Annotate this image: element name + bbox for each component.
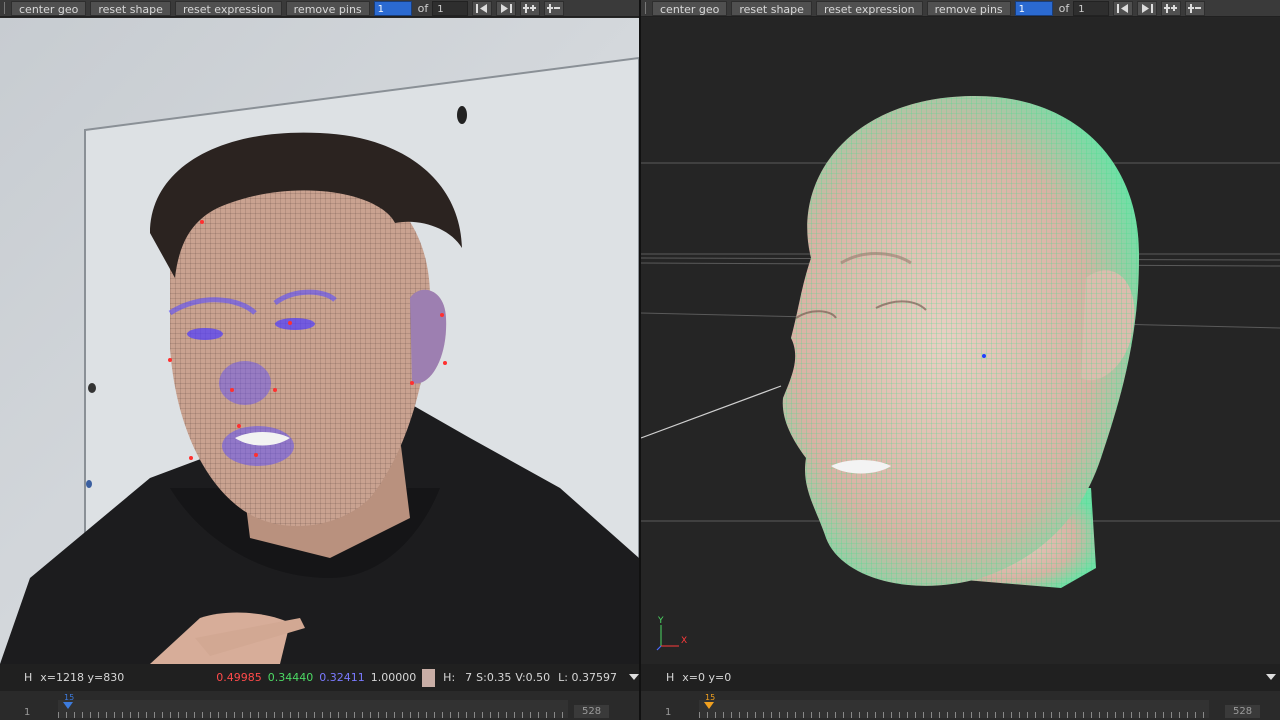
timeline-end: 528 [1225, 705, 1261, 718]
of-label: of [417, 1, 429, 15]
timeline[interactable]: 1 15 528 [0, 691, 639, 720]
viewer-toolbar: center geo reset shape reset expression … [641, 0, 1280, 17]
frame-total: 1 [1073, 0, 1110, 16]
toolbar-grip-icon[interactable] [4, 2, 7, 14]
axis-x-label: X [681, 636, 687, 646]
info-dropdown-icon[interactable] [629, 671, 639, 684]
center-geo-button[interactable]: center geo [652, 0, 728, 16]
photo-viewport[interactable] [0, 18, 639, 664]
timeline[interactable]: 1 15 528 [641, 691, 1280, 720]
axis-gizmo-icon [656, 625, 679, 651]
keyframe-prev-icon[interactable] [1113, 0, 1134, 16]
viewer-left: center geo reset shape reset expression … [0, 0, 639, 720]
viewer-info-bar: H x=0 y=0 [641, 664, 1280, 691]
hue-label: H: [443, 671, 456, 684]
timeline-start: 1 [24, 707, 31, 718]
value-value: V:0.50 [515, 671, 551, 684]
add-pin-icon[interactable] [1161, 0, 1182, 16]
alpha-value: 1.00000 [370, 671, 417, 684]
timeline-track[interactable]: 15 [58, 693, 568, 718]
cursor-coords: x=0 y=0 [682, 671, 732, 684]
remove-pin-icon[interactable] [1185, 0, 1206, 16]
timeline-start: 1 [665, 707, 672, 718]
keyframe-next-icon[interactable] [1137, 0, 1158, 16]
frame-input[interactable]: 1 [373, 0, 412, 16]
add-pin-icon[interactable] [520, 0, 541, 16]
timeline-end: 528 [574, 705, 610, 718]
keyframe-next-icon[interactable] [496, 0, 517, 16]
viewer-right: center geo reset shape reset expression … [641, 0, 1280, 720]
hue-value: 7 [465, 671, 473, 684]
axis-y-label: Y [657, 616, 664, 626]
timeline-track[interactable]: 15 [699, 693, 1209, 718]
tracked-face-image [0, 18, 639, 664]
remove-pins-button[interactable]: remove pins [285, 0, 370, 16]
color-swatch [422, 668, 436, 687]
remove-pins-button[interactable]: remove pins [926, 0, 1011, 16]
3d-viewport[interactable]: Y X [641, 18, 1280, 664]
frame-total: 1 [432, 0, 469, 16]
reset-expression-button[interactable]: reset expression [815, 0, 923, 16]
reset-shape-button[interactable]: reset shape [731, 0, 812, 16]
frame-input[interactable]: 1 [1014, 0, 1053, 16]
info-dropdown-icon[interactable] [1266, 671, 1276, 684]
remove-pin-icon[interactable] [544, 0, 565, 16]
head-mesh-render: Y X [641, 95, 1280, 651]
saturation-value: S:0.35 [476, 671, 512, 684]
red-value: 0.49985 [216, 671, 262, 684]
keyframe-prev-icon[interactable] [472, 0, 493, 16]
channel-label: H [24, 671, 33, 684]
channel-label: H [666, 671, 675, 684]
viewer-toolbar: center geo reset shape reset expression … [0, 0, 639, 17]
luma-value: L: 0.37597 [558, 671, 617, 684]
center-geo-button[interactable]: center geo [11, 0, 87, 16]
green-value: 0.34440 [267, 671, 314, 684]
of-label: of [1058, 1, 1070, 15]
cursor-coords: x=1218 y=830 [40, 671, 125, 684]
blue-value: 0.32411 [319, 671, 365, 684]
reset-shape-button[interactable]: reset shape [90, 0, 171, 16]
viewer-info-bar: H x=1218 y=830 0.49985 0.34440 0.32411 1… [0, 664, 639, 691]
reset-expression-button[interactable]: reset expression [174, 0, 282, 16]
toolbar-grip-icon[interactable] [645, 2, 648, 14]
